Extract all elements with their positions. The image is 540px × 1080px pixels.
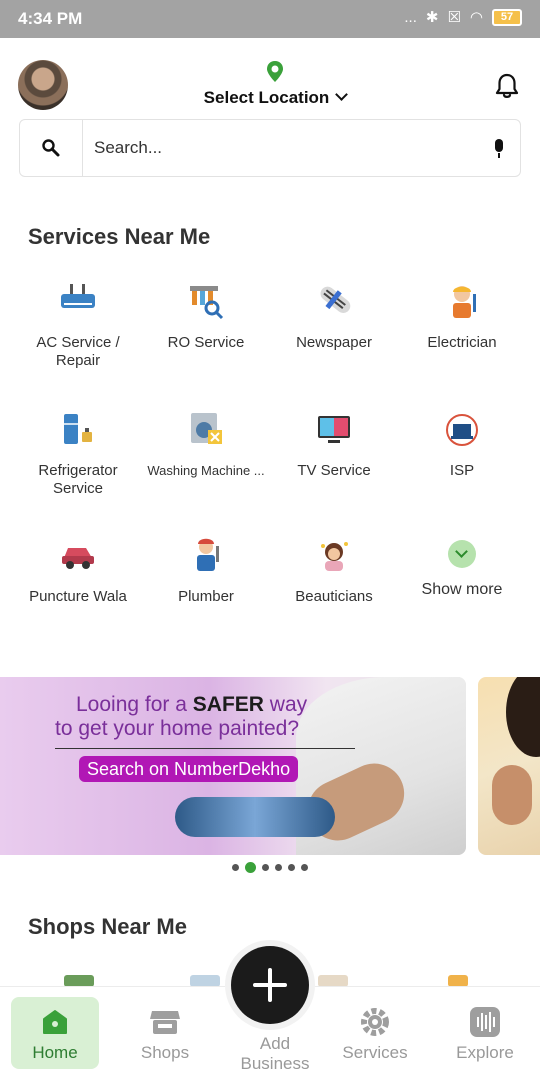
beautician-icon: [321, 542, 348, 571]
service-label: Washing Machine ...: [147, 463, 265, 478]
nav-home[interactable]: Home: [10, 987, 100, 1080]
shop-icon: [150, 1011, 180, 1034]
explore-icon: [470, 1007, 500, 1037]
bell-icon[interactable]: [494, 72, 520, 100]
gear-icon: [361, 1008, 389, 1036]
isp-icon: [446, 414, 478, 446]
service-refrigerator[interactable]: Refrigerator Service: [14, 408, 142, 498]
service-label: Refrigerator Service: [38, 462, 118, 497]
avatar[interactable]: [18, 60, 68, 110]
ac-service-icon: [61, 284, 95, 308]
banner-sprayer-image: [175, 797, 335, 837]
service-ro[interactable]: RO Service: [142, 280, 270, 352]
carousel-dot[interactable]: [301, 864, 308, 871]
bluetooth-icon: ✱: [425, 9, 439, 26]
location-label: Select Location: [203, 88, 330, 107]
next-banner-preview[interactable]: [478, 677, 540, 855]
nav-explore-label: Explore: [456, 1043, 514, 1062]
service-label: ISP: [449, 462, 475, 479]
search-input[interactable]: [94, 134, 474, 162]
service-label: Plumber: [178, 588, 234, 605]
service-washing-machine[interactable]: Washing Machine ...: [142, 408, 270, 480]
shops-section-title: Shops Near Me: [28, 914, 187, 939]
service-label: Newspaper: [296, 334, 372, 351]
carousel-dot[interactable]: [262, 864, 269, 871]
newspaper-icon: [320, 286, 351, 313]
service-electrician[interactable]: Electrician: [398, 280, 526, 352]
service-label: RO Service: [167, 334, 245, 351]
service-label: TV Service: [297, 462, 371, 479]
service-tv[interactable]: TV Service: [270, 408, 398, 480]
search-bar[interactable]: [19, 119, 521, 177]
location-selector[interactable]: Select Location: [195, 60, 355, 108]
puncture-icon: [62, 548, 94, 569]
ro-service-icon: [190, 286, 224, 320]
home-icon: [43, 1010, 67, 1034]
add-business-label[interactable]: Add Business: [228, 1034, 322, 1074]
service-label: Electrician: [427, 334, 497, 351]
add-business-button[interactable]: [231, 946, 309, 1024]
status-icons: ... ✱ ☒ ◠ 57: [404, 8, 522, 26]
service-ac-repair[interactable]: AC Service / Repair: [14, 280, 142, 370]
carousel-dot[interactable]: [275, 864, 282, 871]
mic-icon[interactable]: [492, 138, 506, 160]
banner-subheadline: to get your home painted?: [55, 717, 300, 740]
carousel-dot[interactable]: [232, 864, 239, 871]
nav-services-label: Services: [342, 1043, 408, 1062]
status-bar: 4:34 PM ... ✱ ☒ ◠ 57: [0, 0, 540, 38]
wifi-icon: ◠: [469, 9, 483, 26]
promo-banner[interactable]: Looing for a SAFER way to get your home …: [0, 677, 466, 855]
chevron-down-icon: [335, 88, 349, 101]
show-more-button[interactable]: Show more: [398, 534, 526, 600]
search-button[interactable]: [20, 120, 83, 176]
nav-home-label: Home: [32, 1043, 78, 1062]
carousel-dot-active[interactable]: [245, 862, 256, 873]
service-label: Beauticians: [295, 588, 373, 605]
services-section-title: Services Near Me: [28, 224, 211, 249]
plumber-icon: [197, 538, 219, 571]
service-isp[interactable]: ISP: [398, 408, 526, 480]
nav-services[interactable]: Services: [330, 987, 420, 1080]
service-plumber[interactable]: Plumber: [142, 534, 270, 606]
washing-machine-icon: [191, 413, 222, 444]
battery-icon: 57: [492, 8, 522, 26]
carousel-indicator: [232, 862, 308, 873]
nav-shops[interactable]: Shops: [120, 987, 210, 1080]
tv-icon: [318, 416, 350, 443]
service-puncture[interactable]: Puncture Wala: [14, 534, 142, 606]
service-beautician[interactable]: Beauticians: [270, 534, 398, 606]
sim-icon: ☒: [447, 9, 461, 26]
banner-divider: [55, 748, 355, 749]
status-time: 4:34 PM: [18, 9, 83, 28]
refrigerator-icon: [64, 414, 92, 444]
banner-headline: Looing for a SAFER way: [76, 693, 308, 716]
nav-shops-label: Shops: [140, 1043, 190, 1062]
location-pin-icon: [267, 61, 283, 82]
show-more-label: Show more: [421, 581, 503, 598]
nav-explore[interactable]: Explore: [440, 987, 530, 1080]
carousel-dot[interactable]: [288, 864, 295, 871]
service-label: Puncture Wala: [29, 588, 127, 605]
service-label: AC Service / Repair: [36, 334, 120, 369]
chevron-down-icon: [448, 540, 476, 568]
banner-cta-button[interactable]: Search on NumberDekho: [79, 756, 299, 782]
search-icon: [42, 139, 60, 157]
electrician-icon: [453, 286, 476, 318]
service-newspaper[interactable]: Newspaper: [270, 280, 398, 352]
signal-dots: ...: [404, 8, 417, 26]
